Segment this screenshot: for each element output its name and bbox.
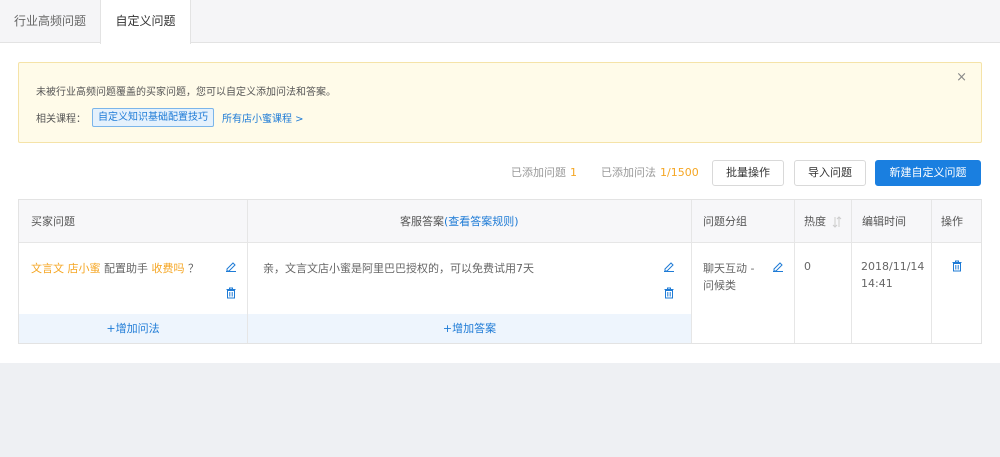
edit-icon[interactable] (772, 260, 784, 272)
header-group: 问题分组 (703, 215, 747, 228)
column-divider (851, 200, 852, 343)
tab-industry-faq[interactable]: 行业高频问题 (0, 0, 100, 43)
added-questions-stat: 已添加问题 1 (511, 160, 577, 186)
page-footer-area (0, 363, 1000, 457)
question-group-line1: 聊天互动 - (703, 262, 755, 275)
header-question: 买家问题 (31, 215, 75, 228)
delete-icon[interactable] (225, 287, 237, 299)
edit-icon[interactable] (663, 260, 675, 272)
answer-rules-link[interactable]: (查看答案规则) (444, 215, 519, 228)
header-answer: 客服答案(查看答案规则) (400, 200, 519, 243)
question-mark: ？ (184, 262, 199, 275)
question-keyword-product: 文言文 店小蜜 (31, 262, 101, 275)
edit-time-clock: 14:41 (861, 277, 893, 290)
delete-icon[interactable] (663, 287, 675, 299)
related-courses-label: 相关课程： (36, 114, 86, 125)
sort-icon[interactable] (832, 216, 842, 228)
delete-icon[interactable] (951, 260, 963, 272)
edit-time-date: 2018/11/14 (861, 260, 925, 273)
all-courses-link[interactable]: 所有店小蜜课程 > (222, 110, 304, 125)
header-heat-label: 热度 (804, 215, 826, 228)
answer-text: 亲，文言文店小蜜是阿里巴巴授权的，可以免费试用7天 (263, 262, 534, 275)
buyer-question: 文言文 店小蜜 配置助手 收费吗 ？ (31, 260, 199, 276)
info-notice: 未被行业高频问题覆盖的买家问题，您可以自定义添加问法和答案。 相关课程： 自定义… (18, 62, 982, 143)
question-group-line2: 问候类 (703, 279, 736, 292)
notice-text: 未被行业高频问题覆盖的买家问题，您可以自定义添加问法和答案。 (36, 87, 336, 98)
tab-bar: 行业高频问题 自定义问题 (0, 0, 1000, 44)
column-divider (691, 200, 692, 343)
added-phrasings-stat: 已添加问法 1/1500 (601, 160, 699, 186)
add-phrasing-button[interactable]: +增加问法 (19, 314, 247, 343)
tab-custom-questions[interactable]: 自定义问题 (100, 0, 191, 44)
batch-operation-button[interactable]: 批量操作 (712, 160, 784, 186)
column-divider (794, 200, 795, 343)
added-questions-count: 1 (570, 166, 577, 179)
add-answer-button[interactable]: +增加答案 (248, 314, 691, 343)
heat-value: 0 (804, 260, 811, 273)
added-questions-label: 已添加问题 (511, 166, 566, 179)
new-custom-question-button[interactable]: 新建自定义问题 (875, 160, 981, 186)
added-phrasings-count: 1/1500 (660, 166, 699, 179)
course-link-custom-knowledge[interactable]: 自定义知识基础配置技巧 (92, 108, 214, 127)
header-heat[interactable]: 热度 (804, 200, 842, 243)
questions-table: 买家问题 客服答案(查看答案规则) 问题分组 热度 编辑时间 操作 文言文 店小… (18, 199, 982, 344)
added-phrasings-label: 已添加问法 (601, 166, 656, 179)
related-courses: 相关课程： 自定义知识基础配置技巧 所有店小蜜课程 > (36, 108, 304, 127)
header-edit-time: 编辑时间 (862, 215, 906, 228)
question-text: 配置助手 (100, 262, 152, 275)
edit-icon[interactable] (225, 260, 237, 272)
question-keyword-fee: 收费吗 (151, 262, 185, 275)
column-divider (931, 200, 932, 343)
header-action: 操作 (941, 215, 963, 228)
header-answer-label: 客服答案 (400, 215, 444, 228)
import-questions-button[interactable]: 导入问题 (794, 160, 866, 186)
table-header: 买家问题 客服答案(查看答案规则) 问题分组 热度 编辑时间 操作 (19, 200, 981, 243)
close-icon[interactable]: × (956, 70, 967, 85)
